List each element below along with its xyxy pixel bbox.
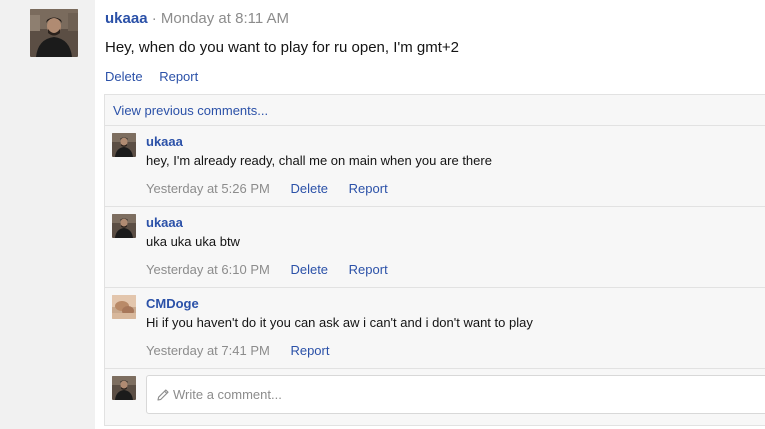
post-actions: Delete Report bbox=[105, 69, 211, 84]
comment-meta: Yesterday at 5:26 PM Delete Report bbox=[146, 181, 405, 196]
comment-meta: Yesterday at 7:41 PM Report bbox=[146, 343, 346, 358]
comment-divider bbox=[105, 287, 765, 288]
comment-divider bbox=[105, 368, 765, 369]
comment-avatar[interactable] bbox=[112, 295, 136, 319]
comments-panel: View previous comments... ukaaa hey, I'm… bbox=[104, 94, 765, 426]
comment-report-link[interactable]: Report bbox=[349, 262, 388, 277]
comment-timestamp[interactable]: Yesterday at 5:26 PM bbox=[146, 181, 270, 196]
post-separator: · bbox=[151, 10, 157, 27]
comment-report-link[interactable]: Report bbox=[349, 181, 388, 196]
comment-report-link[interactable]: Report bbox=[290, 343, 329, 358]
comment-author[interactable]: ukaaa bbox=[146, 134, 183, 149]
pencil-icon bbox=[156, 388, 170, 402]
post-header: ukaaa · Monday at 8:11 AM bbox=[105, 10, 289, 27]
write-comment-box[interactable] bbox=[146, 375, 765, 414]
view-previous-comments-link[interactable]: View previous comments... bbox=[113, 103, 268, 118]
post-delete-link[interactable]: Delete bbox=[105, 69, 143, 84]
comment-author[interactable]: CMDoge bbox=[146, 296, 199, 311]
comment-meta: Yesterday at 6:10 PM Delete Report bbox=[146, 262, 405, 277]
comment-text: Hi if you haven't do it you can ask aw i… bbox=[146, 315, 533, 330]
post-author-avatar[interactable] bbox=[30, 9, 78, 57]
comment-timestamp[interactable]: Yesterday at 6:10 PM bbox=[146, 262, 270, 277]
post-author-name[interactable]: ukaaa bbox=[105, 10, 148, 27]
write-comment-input[interactable] bbox=[173, 376, 765, 413]
comment-avatar[interactable] bbox=[112, 133, 136, 157]
comment-delete-link[interactable]: Delete bbox=[290, 262, 328, 277]
profile-post-page: ukaaa · Monday at 8:11 AM Hey, when do y… bbox=[0, 0, 765, 429]
comment-divider bbox=[105, 206, 765, 207]
comment-text: hey, I'm already ready, chall me on main… bbox=[146, 153, 492, 168]
comment-author[interactable]: ukaaa bbox=[146, 215, 183, 230]
comment-text: uka uka uka btw bbox=[146, 234, 240, 249]
post-report-link[interactable]: Report bbox=[159, 69, 198, 84]
post-text: Hey, when do you want to play for ru ope… bbox=[105, 39, 460, 56]
comment-divider bbox=[105, 125, 765, 126]
comment-avatar[interactable] bbox=[112, 214, 136, 238]
comment-timestamp[interactable]: Yesterday at 7:41 PM bbox=[146, 343, 270, 358]
post-timestamp[interactable]: Monday at 8:11 AM bbox=[161, 10, 289, 27]
current-user-avatar[interactable] bbox=[112, 376, 136, 400]
comment-delete-link[interactable]: Delete bbox=[290, 181, 328, 196]
left-rail bbox=[0, 0, 95, 429]
